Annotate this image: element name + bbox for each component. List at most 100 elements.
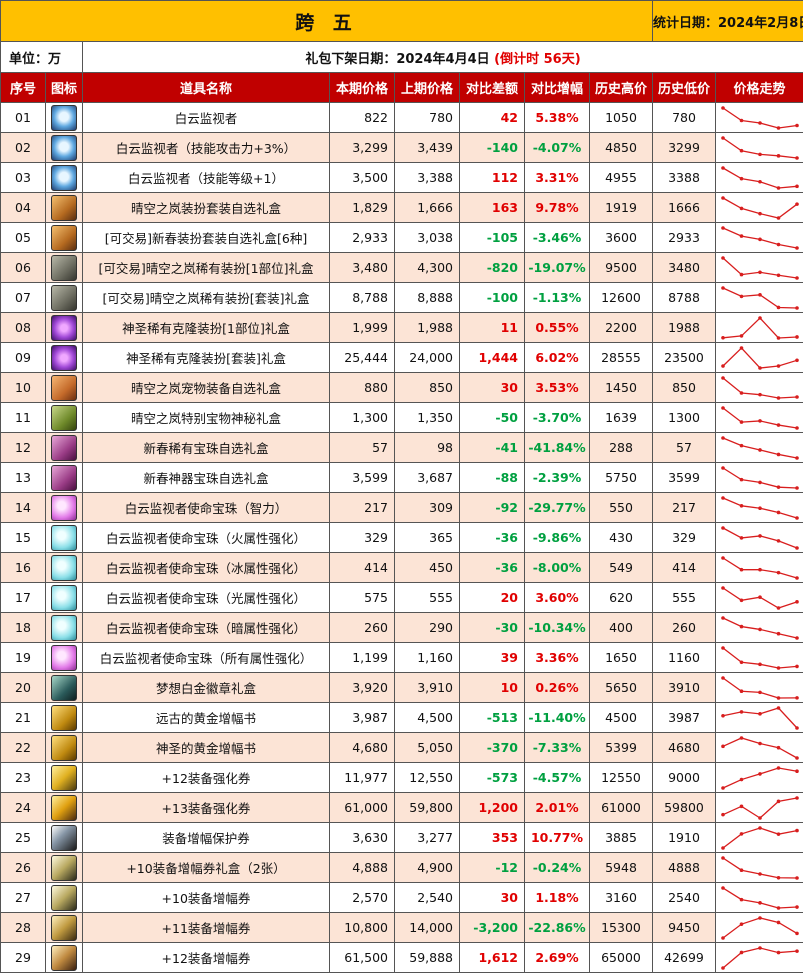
- trend-cell: [715, 732, 803, 763]
- current-price: 4,888: [329, 852, 395, 883]
- change-pct: -3.46%: [524, 222, 590, 253]
- table-row: 12 新春稀有宝珠自选礼盒 57 98 -41 -41.84% 288 57: [0, 432, 803, 463]
- trend-point: [776, 335, 780, 340]
- trend-point: [720, 465, 725, 470]
- item-name: +10装备增幅券: [82, 882, 330, 913]
- history-high: 3885: [589, 822, 653, 853]
- trend-point: [757, 447, 762, 452]
- row-no: 25: [0, 822, 46, 853]
- table-row: 19 白云监视者使命宝珠（所有属性强化） 1,199 1,160 39 3.36% 1650…: [0, 642, 803, 673]
- trend-cell: [715, 522, 803, 553]
- row-no: 01: [0, 102, 46, 133]
- item-name: 装备增幅保护券: [82, 822, 330, 853]
- table-row: 02 白云监视者（技能攻击力+3%） 3,299 3,439 -140 -4.07% 485…: [0, 132, 803, 163]
- stat-date: 统计日期：2024年2月8日: [652, 0, 803, 42]
- item-name: 白云监视者使命宝珠（冰属性强化）: [82, 552, 330, 583]
- price-diff: -3,200: [459, 912, 525, 943]
- trend-point: [794, 305, 799, 310]
- current-price: 1,829: [329, 192, 395, 223]
- table-row: 24 +13装备强化券 61,000 59,800 1,200 2.01% 61000 598…: [0, 792, 803, 823]
- trend-line: [722, 946, 797, 968]
- row-icon-cell: [45, 162, 83, 193]
- trend-point: [757, 392, 762, 396]
- row-icon-cell: [45, 252, 83, 283]
- price-diff: 163: [459, 192, 525, 223]
- history-low: 1666: [652, 192, 716, 223]
- trend-point: [720, 744, 725, 748]
- orb-pink-icon: [51, 494, 77, 521]
- table-row: 13 新春神器宝珠自选礼盒 3,599 3,687 -88 -2.39% 5750 3599: [0, 462, 803, 493]
- item-name: 白云监视者使命宝珠（光属性强化）: [82, 582, 330, 613]
- orb-cyan-icon: [51, 524, 77, 551]
- trend-point: [720, 935, 725, 940]
- trend-point: [757, 871, 762, 876]
- trend-point: [794, 904, 799, 909]
- history-low: 3910: [652, 672, 716, 703]
- history-low: 3388: [652, 162, 716, 193]
- table-row: 28 +11装备增幅券 10,800 14,000 -3,200 -22.86% 15300…: [0, 912, 803, 943]
- col-previous-price: 上期价格: [394, 72, 460, 103]
- current-price: 260: [329, 612, 395, 643]
- history-low: 2540: [652, 882, 716, 913]
- price-diff: -100: [459, 282, 525, 313]
- table-row: 14 白云监视者使命宝珠（智力） 217 309 -92 -29.77% 550 217: [0, 492, 803, 523]
- trend-point: [739, 503, 743, 508]
- trend-point: [739, 709, 743, 714]
- trend-line: [722, 436, 797, 459]
- col-diff: 对比差额: [459, 72, 525, 103]
- row-icon-cell: [45, 582, 83, 613]
- trend-point: [776, 510, 780, 514]
- history-high: 5650: [589, 672, 653, 703]
- trend-cell: [715, 792, 803, 823]
- trend-point: [739, 624, 743, 628]
- history-high: 620: [589, 582, 653, 613]
- price-trend-sparkline: [720, 165, 799, 190]
- trend-point: [757, 741, 762, 745]
- trend-point: [776, 305, 780, 309]
- trend-point: [776, 538, 780, 543]
- history-low: 3987: [652, 702, 716, 733]
- current-price: 3,987: [329, 702, 395, 733]
- trend-point: [757, 825, 762, 830]
- change-pct: 0.26%: [524, 672, 590, 703]
- row-icon-cell: [45, 342, 83, 373]
- trend-point: [776, 422, 780, 427]
- history-low: 555: [652, 582, 716, 613]
- change-pct: -8.00%: [524, 552, 590, 583]
- table-row: 18 白云监视者使命宝珠（暗属性强化） 260 290 -30 -10.34% 400 260: [0, 612, 803, 643]
- table-row: 05 [可交易]新春装扮套装自选礼盒[6种] 2,933 3,038 -105 -3.46…: [0, 222, 803, 253]
- trend-point: [776, 185, 780, 190]
- row-no: 04: [0, 192, 46, 223]
- trend-point: [776, 745, 780, 750]
- trend-cell: [715, 402, 803, 433]
- history-high: 2200: [589, 312, 653, 343]
- table-row: 27 +10装备增幅券 2,570 2,540 30 1.18% 3160 2540: [0, 882, 803, 913]
- row-icon-cell: [45, 822, 83, 853]
- trend-line: [722, 886, 797, 909]
- row-no: 15: [0, 522, 46, 553]
- price-diff: 30: [459, 372, 525, 403]
- current-price: 61,500: [329, 942, 395, 973]
- trend-point: [776, 395, 780, 400]
- history-high: 9500: [589, 252, 653, 283]
- trend-point: [739, 735, 743, 740]
- unit-label: 单位：万: [0, 41, 83, 73]
- change-pct: 10.77%: [524, 822, 590, 853]
- history-low: 1300: [652, 402, 716, 433]
- table-row: 17 白云监视者使命宝珠（光属性强化） 575 555 20 3.60% 620 555: [0, 582, 803, 613]
- trend-line: [722, 706, 797, 728]
- row-icon-cell: [45, 942, 83, 973]
- change-pct: -7.33%: [524, 732, 590, 763]
- table-row: 04 晴空之岚装扮套装自选礼盒 1,829 1,666 163 9.78% 1919 1666: [0, 192, 803, 223]
- history-low: 2933: [652, 222, 716, 253]
- price-diff: -92: [459, 492, 525, 523]
- trend-point: [794, 599, 799, 604]
- col-current-price: 本期价格: [329, 72, 395, 103]
- treasure-box-icon: [51, 404, 77, 431]
- trend-line: [722, 916, 797, 939]
- item-name: 神圣的黄金增幅书: [82, 732, 330, 763]
- price-diff: 353: [459, 822, 525, 853]
- current-price: 61,000: [329, 792, 395, 823]
- history-high: 550: [589, 492, 653, 523]
- row-icon-cell: [45, 882, 83, 913]
